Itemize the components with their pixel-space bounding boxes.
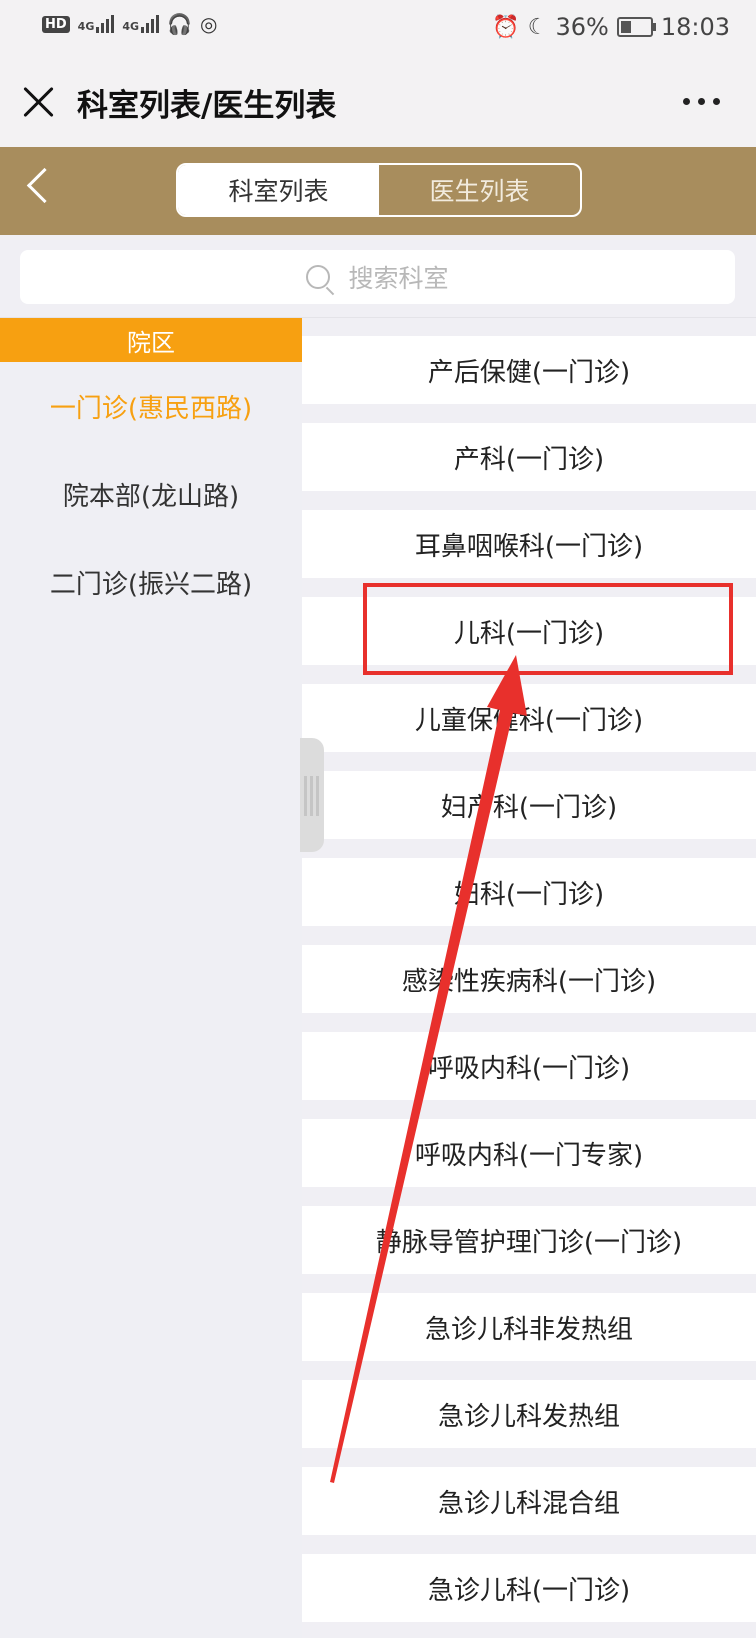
hd-indicator: HD: [42, 15, 70, 33]
more-icon[interactable]: [683, 98, 720, 105]
network-type: 4G: [77, 20, 95, 33]
department-item[interactable]: 急诊儿科(一门诊): [302, 1554, 756, 1622]
title-bar: 科室列表/医生列表: [0, 56, 756, 147]
department-item[interactable]: 儿童保健科(一门诊): [302, 684, 756, 752]
tab-doctor-list[interactable]: 医生列表: [379, 165, 580, 215]
department-item[interactable]: 产科(一门诊): [302, 423, 756, 491]
back-chevron-icon[interactable]: [26, 167, 63, 204]
search-placeholder: 搜索科室: [348, 264, 449, 293]
department-item[interactable]: 感染性疾病科(一门诊): [302, 945, 756, 1013]
department-item[interactable]: 儿科(一门诊): [302, 597, 756, 665]
campus-item[interactable]: 院本部(龙山路): [0, 450, 302, 538]
department-item[interactable]: 呼吸内科(一门诊): [302, 1032, 756, 1100]
campus-item[interactable]: 二门诊(振兴二路): [0, 538, 302, 626]
department-item[interactable]: 耳鼻咽喉科(一门诊): [302, 510, 756, 578]
close-icon[interactable]: [20, 84, 56, 120]
department-item[interactable]: 妇产科(一门诊): [302, 771, 756, 839]
drag-handle[interactable]: [300, 738, 324, 852]
campus-header: 院区: [0, 318, 302, 362]
search-icon: [306, 265, 331, 289]
signal-icon: 4G: [78, 15, 115, 33]
status-bar: HD 4G 4G 🎧 ◎ ⏰ ☾ 36% 18:03: [0, 0, 756, 56]
signal-icon-2: 4G: [122, 15, 160, 33]
page-title: 科室列表/医生列表: [77, 88, 337, 124]
headphone-icon: 🎧: [167, 12, 192, 36]
segmented-control: 科室列表 医生列表: [176, 163, 582, 217]
department-item[interactable]: 妇科(一门诊): [302, 858, 756, 926]
app-notification-icon: ◎: [199, 12, 218, 36]
department-item[interactable]: 急诊儿科发热组: [302, 1380, 756, 1448]
status-left: HD 4G 4G 🎧 ◎: [42, 12, 217, 36]
campus-sidebar: 院区 一门诊(惠民西路) 院本部(龙山路) 二门诊(振兴二路): [0, 318, 302, 1638]
campus-item[interactable]: 一门诊(惠民西路): [0, 362, 302, 450]
battery-percent: 36%: [555, 13, 609, 41]
moon-icon: ☾: [527, 14, 548, 40]
alarm-icon: ⏰: [492, 14, 520, 40]
battery-icon: [616, 17, 656, 37]
tab-department-list[interactable]: 科室列表: [178, 165, 379, 215]
department-item[interactable]: 呼吸内科(一门专家): [302, 1119, 756, 1187]
search-input[interactable]: 搜索科室: [20, 250, 735, 304]
department-item[interactable]: 静脉导管护理门诊(一门诊): [302, 1206, 756, 1274]
status-right: ⏰ ☾ 36% 18:03: [492, 13, 730, 41]
tab-header: 科室列表 医生列表: [0, 147, 756, 235]
network-type-2: 4G: [122, 20, 140, 33]
department-item[interactable]: 急诊儿科非发热组: [302, 1293, 756, 1361]
department-item[interactable]: 产后保健(一门诊): [302, 336, 756, 404]
clock: 18:03: [660, 13, 730, 41]
department-item[interactable]: 急诊儿科混合组: [302, 1467, 756, 1535]
